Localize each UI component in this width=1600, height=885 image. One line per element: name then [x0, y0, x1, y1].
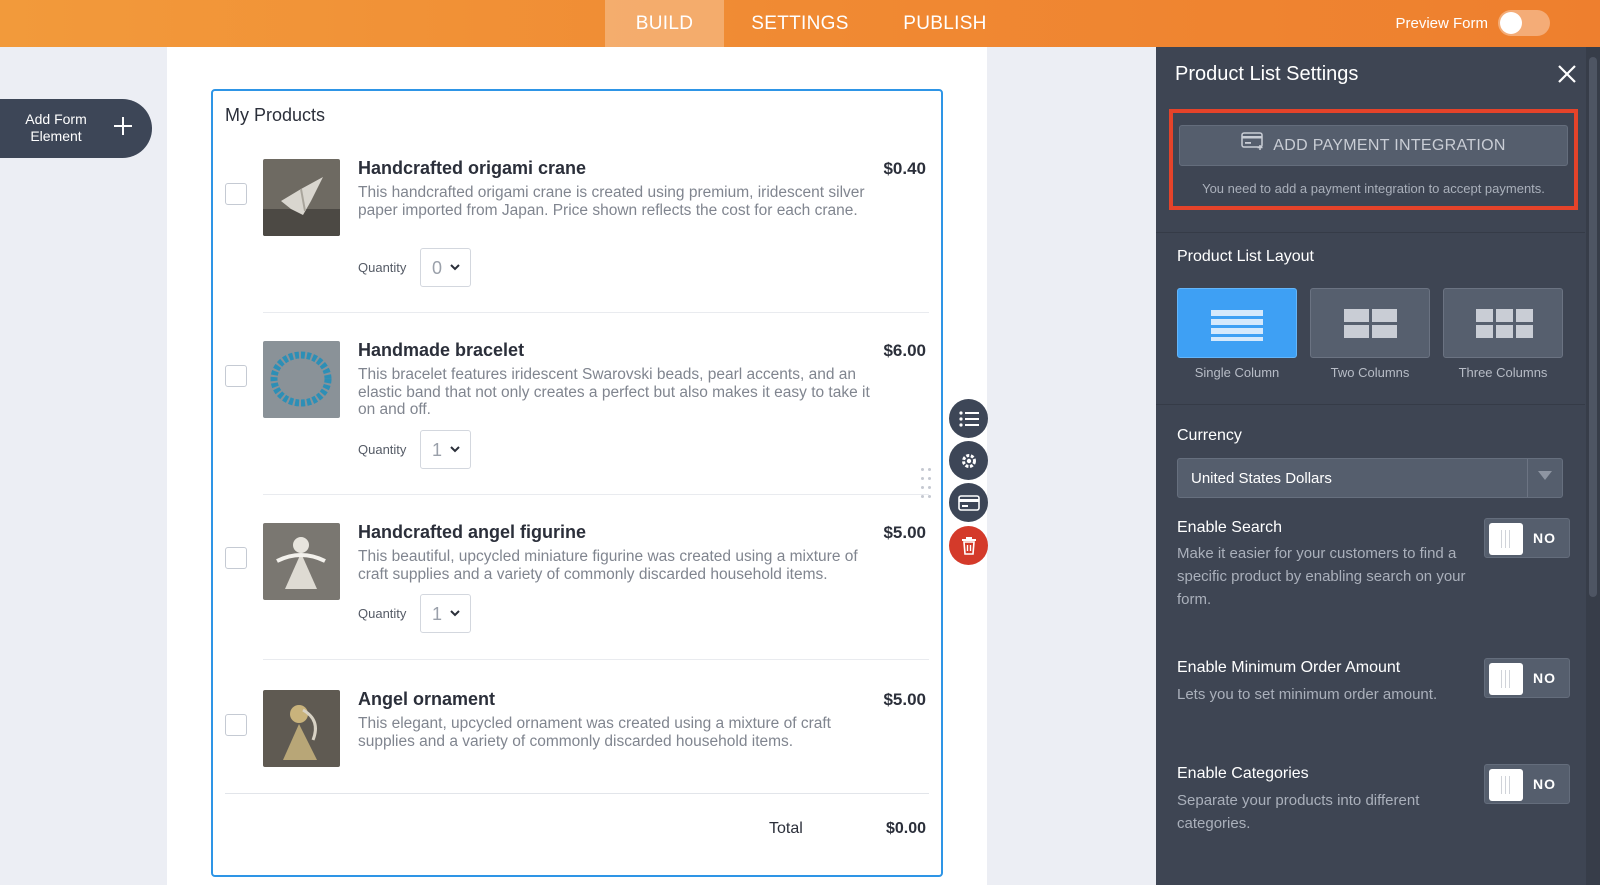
- currency-select[interactable]: United States Dollars: [1177, 458, 1563, 498]
- tab-settings[interactable]: SETTINGS: [736, 0, 864, 47]
- payment-note: You need to add a payment integration to…: [1202, 181, 1545, 196]
- toggle-knob: [1500, 12, 1522, 34]
- tab-build[interactable]: BUILD: [605, 0, 724, 47]
- product-name: Angel ornament: [358, 689, 496, 709]
- product-image-angel-figurine: [263, 523, 340, 600]
- toggle-knob: [1489, 769, 1523, 801]
- delete-icon[interactable]: [949, 526, 988, 565]
- section-divider: [1156, 404, 1585, 405]
- layout-section-title: Product List Layout: [1177, 248, 1314, 265]
- chevron-down-icon: [449, 439, 461, 462]
- enable-categories-toggle[interactable]: NO: [1484, 764, 1570, 804]
- product-list-element[interactable]: My Products Handcrafted origami crane $0…: [211, 89, 943, 877]
- product-image-bracelet: [263, 341, 340, 418]
- select-divider: [1527, 459, 1528, 497]
- enable-search-title: Enable Search: [1177, 519, 1282, 536]
- enable-categories-title: Enable Categories: [1177, 765, 1309, 782]
- layout-label: Two Columns: [1330, 365, 1410, 380]
- product-price: $5.00: [883, 690, 926, 709]
- product-list-title: My Products: [225, 105, 326, 125]
- drag-handle-icon[interactable]: [920, 468, 934, 502]
- quantity-label: Quantity: [358, 260, 407, 275]
- quantity-value: 1: [432, 604, 443, 624]
- gear-icon[interactable]: [949, 441, 988, 480]
- quantity-select[interactable]: 1: [420, 594, 471, 633]
- list-icon[interactable]: [949, 399, 988, 438]
- product-price: $5.00: [883, 523, 926, 542]
- payment-integration-highlight: ADD PAYMENT INTEGRATION You need to add …: [1169, 109, 1578, 210]
- layout-three-columns[interactable]: [1443, 288, 1563, 358]
- product-price: $0.40: [883, 159, 926, 178]
- toggle-state: NO: [1533, 670, 1556, 686]
- product-description: This elegant, upcycled ornament was crea…: [358, 715, 831, 750]
- enable-search-toggle[interactable]: NO: [1484, 518, 1570, 558]
- product-divider: [263, 312, 929, 313]
- preview-form-label: Preview Form: [1395, 15, 1488, 32]
- credit-card-icon[interactable]: [949, 483, 988, 522]
- preview-form-toggle[interactable]: [1498, 10, 1550, 36]
- quantity-label: Quantity: [358, 442, 407, 457]
- product-image-angel-ornament: [263, 690, 340, 767]
- credit-card-icon: [1241, 126, 1265, 166]
- product-checkbox[interactable]: [225, 714, 247, 736]
- top-navigation-bar: BUILD SETTINGS PUBLISH Preview Form: [0, 0, 1600, 47]
- product-price: $6.00: [883, 341, 926, 360]
- product-name: Handmade bracelet: [358, 340, 525, 360]
- section-divider: [1156, 232, 1585, 233]
- quantity-value: 1: [432, 440, 443, 460]
- payment-button-label: ADD PAYMENT INTEGRATION: [1273, 137, 1506, 154]
- toggle-state: NO: [1533, 776, 1556, 792]
- currency-value: United States Dollars: [1191, 470, 1332, 487]
- tab-publish[interactable]: PUBLISH: [885, 0, 1005, 47]
- enable-minimum-order-title: Enable Minimum Order Amount: [1177, 659, 1401, 676]
- enable-minimum-order-description: Lets you to set minimum order amount.: [1177, 686, 1438, 703]
- product-list-settings-panel: Product List Settings ADD PAYMENT INTEGR…: [1156, 47, 1600, 885]
- enable-search-description: Make it easier for your customers to fin…: [1177, 545, 1466, 608]
- toggle-knob: [1489, 663, 1523, 695]
- chevron-down-icon: [449, 603, 461, 626]
- enable-minimum-order-toggle[interactable]: NO: [1484, 658, 1570, 698]
- product-divider: [263, 494, 929, 495]
- enable-categories-description: Separate your products into different ca…: [1177, 792, 1420, 832]
- layout-label: Single Column: [1194, 365, 1280, 380]
- layout-two-columns[interactable]: [1310, 288, 1430, 358]
- currency-label: Currency: [1177, 427, 1242, 444]
- toggle-knob: [1489, 523, 1523, 555]
- product-checkbox[interactable]: [225, 365, 247, 387]
- layout-label: Three Columns: [1458, 365, 1548, 380]
- product-checkbox[interactable]: [225, 183, 247, 205]
- product-checkbox[interactable]: [225, 547, 247, 569]
- product-name: Handcrafted origami crane: [358, 158, 587, 178]
- layout-single-column[interactable]: [1177, 288, 1297, 358]
- product-image-origami-crane: [263, 159, 340, 236]
- quantity-select[interactable]: 0: [420, 248, 471, 287]
- product-description: This handcrafted origami crane is create…: [358, 184, 865, 219]
- total-label: Total: [769, 820, 803, 837]
- panel-scrollbar[interactable]: [1586, 47, 1600, 885]
- scrollbar-thumb[interactable]: [1589, 57, 1597, 597]
- close-icon[interactable]: [1556, 57, 1578, 93]
- product-divider: [263, 659, 929, 660]
- total-divider: [225, 793, 929, 794]
- chevron-down-icon: [449, 257, 461, 280]
- panel-title: Product List Settings: [1175, 63, 1359, 85]
- quantity-select[interactable]: 1: [420, 430, 471, 469]
- quantity-label: Quantity: [358, 606, 407, 621]
- add-form-element-button[interactable]: Add Form Element: [0, 99, 152, 158]
- product-description: This beautiful, upcycled miniature figur…: [358, 548, 858, 583]
- add-payment-integration-button[interactable]: ADD PAYMENT INTEGRATION: [1179, 125, 1568, 166]
- add-form-element-label: Add Form Element: [25, 111, 87, 144]
- plus-icon: [112, 113, 134, 143]
- chevron-down-icon: [1538, 471, 1552, 480]
- product-name: Handcrafted angel figurine: [358, 522, 587, 542]
- toggle-state: NO: [1533, 530, 1556, 546]
- total-value: $0.00: [885, 820, 926, 837]
- product-description: This bracelet features iridescent Swarov…: [358, 366, 870, 418]
- quantity-value: 0: [432, 258, 443, 278]
